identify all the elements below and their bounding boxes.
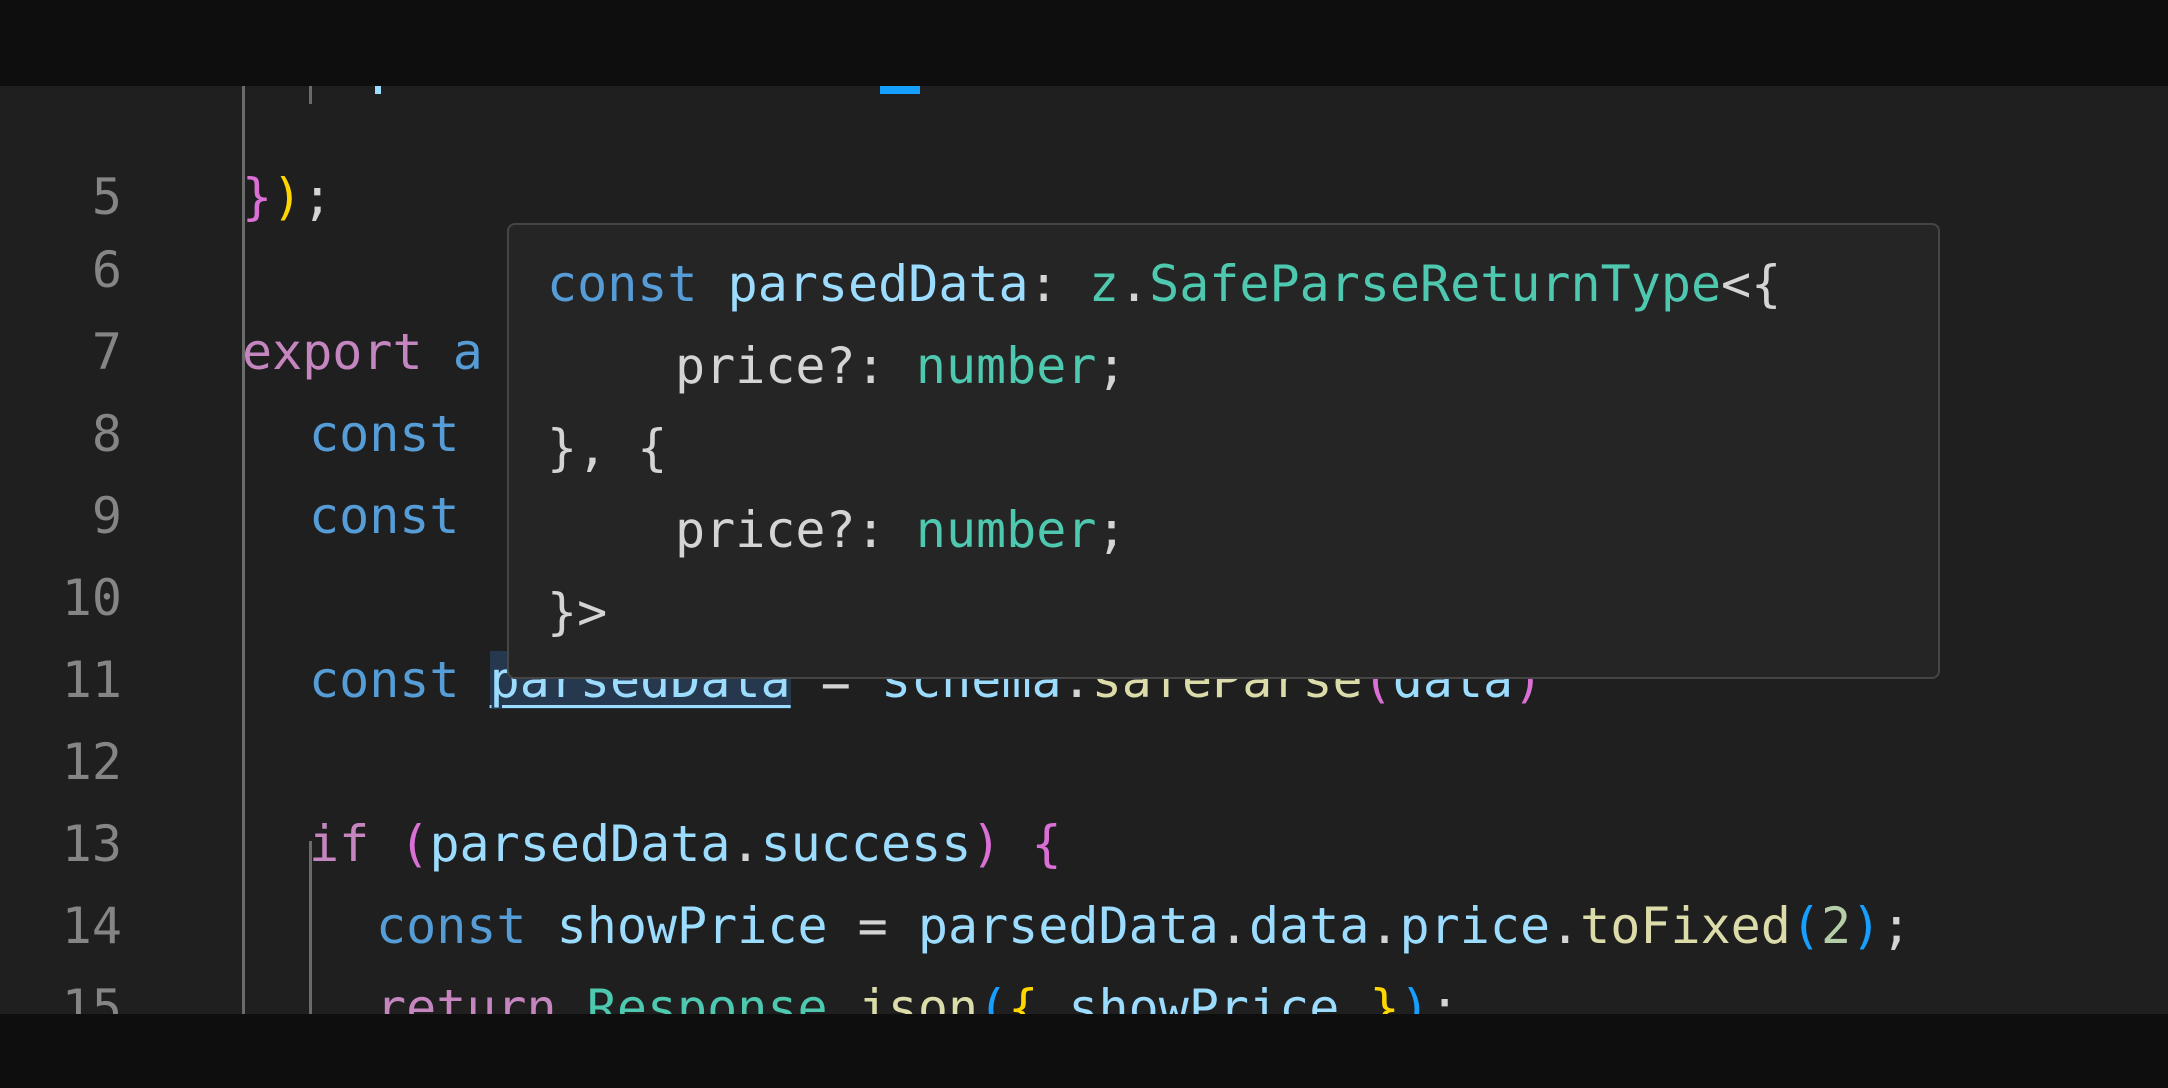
property: price? <box>675 337 856 395</box>
semicolon: ; <box>302 168 333 226</box>
code-line-14[interactable]: 14 const showPrice = parsedData.data.pri… <box>0 885 2168 967</box>
property: price? <box>675 501 856 559</box>
keyword: if <box>309 815 370 873</box>
hover-line: }, { <box>547 407 667 489</box>
partial-line-top <box>880 86 920 94</box>
line-content: const showPrice = parsedData.data.price.… <box>376 885 1911 967</box>
identifier: showPrice <box>556 897 828 955</box>
dot: . <box>827 979 858 1014</box>
line-content: if (parsedData.success) { <box>309 803 1062 885</box>
line-number: 7 <box>91 323 122 381</box>
paren: ) <box>1399 979 1430 1014</box>
keyword: const <box>309 405 460 463</box>
indent-guide <box>309 86 312 104</box>
dot: . <box>1218 897 1250 955</box>
paren: ) <box>272 168 303 226</box>
brace: } <box>1369 979 1400 1014</box>
type-name: number <box>915 501 1097 559</box>
code-editor[interactable]: 5 }); 6 7 export a 8 const 9 const 10 11… <box>0 86 2168 1014</box>
keyword: const <box>309 487 460 545</box>
paren: ( <box>399 815 430 873</box>
brace: } <box>242 168 273 226</box>
paren: ( <box>1790 897 1821 955</box>
hover-line: const parsedData: z.SafeParseReturnType<… <box>547 243 1781 325</box>
keyword: const <box>547 255 698 313</box>
paren: ( <box>978 979 1009 1014</box>
line-number: 9 <box>91 487 122 545</box>
line-number: 6 <box>91 241 122 299</box>
type-name: number <box>915 337 1097 395</box>
paren: ) <box>1851 897 1882 955</box>
brace: { <box>1008 979 1039 1014</box>
colon: : <box>855 501 916 559</box>
code-line-15[interactable]: 15 return Response.json({ showPrice }); <box>0 967 2168 1014</box>
dot: . <box>1369 897 1400 955</box>
keyword: a <box>452 323 483 381</box>
dot: . <box>1118 255 1150 313</box>
semicolon: ; <box>1429 979 1460 1014</box>
line-number: 11 <box>61 651 122 709</box>
line-content: export a <box>242 311 483 393</box>
semicolon: ; <box>1096 501 1127 559</box>
indent-guide <box>242 86 245 104</box>
hover-line: }> <box>547 571 607 653</box>
paren: ) <box>971 815 1002 873</box>
bracket: }> <box>547 583 608 641</box>
partial-line-top <box>375 86 381 94</box>
line-content: const <box>309 475 460 557</box>
line-content: const <box>309 393 460 475</box>
dot: . <box>730 815 761 873</box>
code-line-13[interactable]: 13 if (parsedData.success) { <box>0 803 2168 885</box>
identifier: parsedData <box>727 255 1029 313</box>
function-name: json <box>857 979 979 1014</box>
operator: = <box>827 897 918 955</box>
identifier: parsedData <box>917 897 1219 955</box>
bracket: }, { <box>547 419 668 477</box>
line-number: 15 <box>61 979 122 1014</box>
identifier: showPrice <box>1038 979 1370 1014</box>
code-line-12[interactable]: 12 <box>0 721 2168 803</box>
property: price <box>1399 897 1551 955</box>
function-name: toFixed <box>1580 897 1791 955</box>
property: data <box>1249 897 1370 955</box>
keyword: const <box>309 651 460 709</box>
colon: : <box>855 337 916 395</box>
brace: { <box>1031 815 1062 873</box>
property: success <box>760 815 972 873</box>
class-name: Response <box>586 979 828 1014</box>
dot: . <box>1550 897 1581 955</box>
namespace: z <box>1088 255 1119 313</box>
semicolon: ; <box>1096 337 1127 395</box>
type-name: SafeParseReturnType <box>1149 255 1722 313</box>
keyword: const <box>376 897 527 955</box>
line-number: 10 <box>61 569 122 627</box>
hover-line: price?: number; <box>675 489 1127 571</box>
line-content: return Response.json({ showPrice }); <box>376 967 1460 1014</box>
line-number: 13 <box>61 815 122 873</box>
number: 2 <box>1821 897 1852 955</box>
code-line-5[interactable]: 5 }); <box>0 147 2168 229</box>
bracket: <{ <box>1721 255 1782 313</box>
semicolon: ; <box>1881 897 1912 955</box>
line-number: 12 <box>61 733 122 791</box>
hover-line: price?: number; <box>675 325 1127 407</box>
type-hover-tooltip[interactable]: const parsedData: z.SafeParseReturnType<… <box>507 223 1940 679</box>
colon: : <box>1028 255 1089 313</box>
identifier: parsedData <box>429 815 731 873</box>
keyword: export <box>242 323 423 381</box>
keyword: return <box>376 979 557 1014</box>
line-number: 14 <box>61 897 122 955</box>
line-number: 8 <box>91 405 122 463</box>
